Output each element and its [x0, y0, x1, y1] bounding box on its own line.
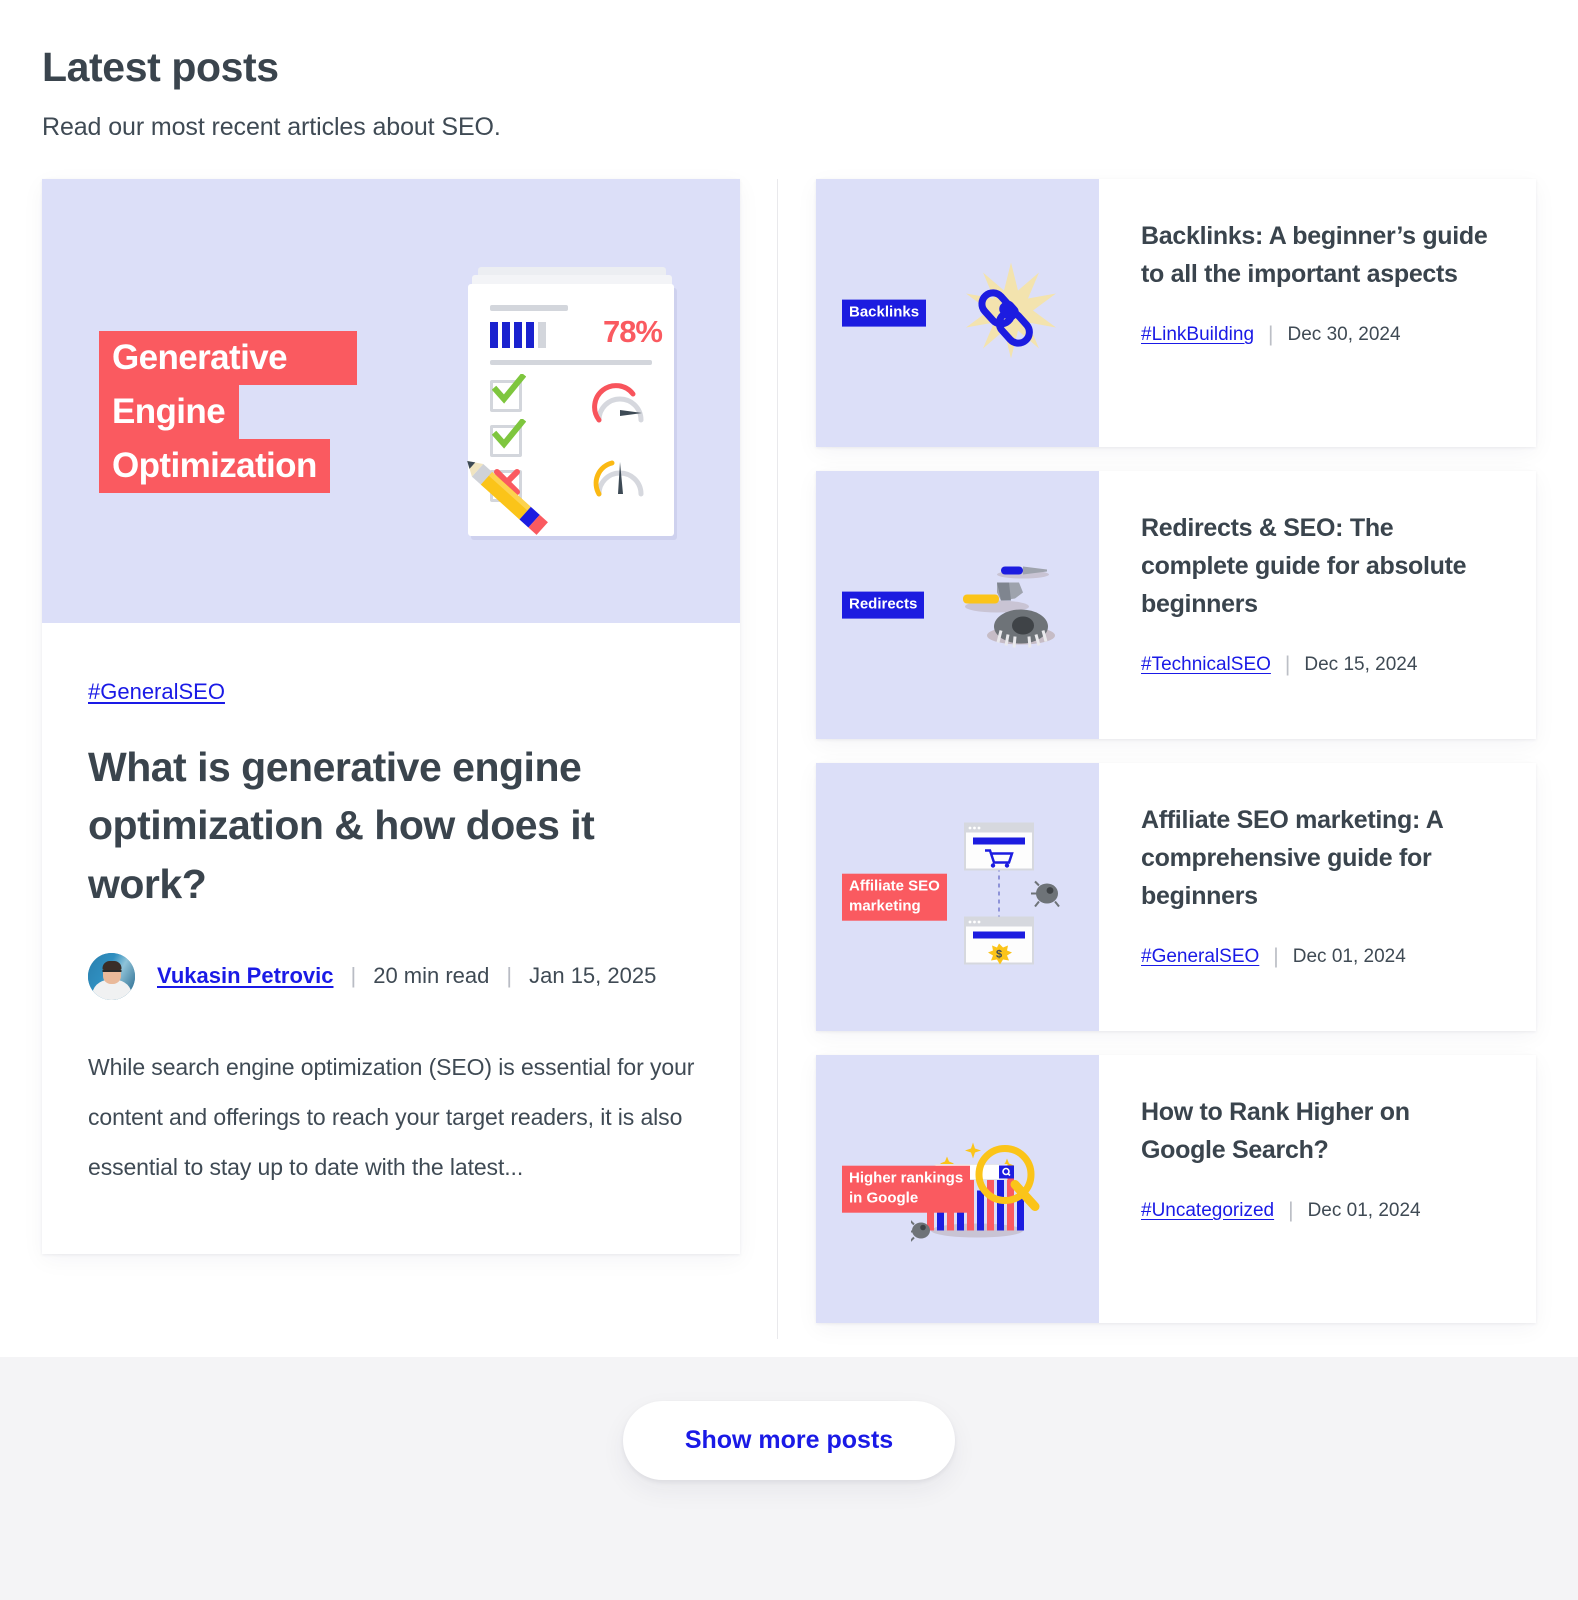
post-tag-link[interactable]: #LinkBuilding [1141, 324, 1254, 346]
read-time: 20 min read [373, 963, 490, 989]
post-card[interactable]: Backlinks Backlinks: A beginner’s guide … [816, 179, 1536, 448]
gauge-icon-red [592, 380, 648, 436]
featured-column: Generative Engine Optimization 78% #Gene… [42, 179, 740, 1339]
post-date: Dec 01, 2024 [1292, 946, 1406, 968]
thumbnail-badge: Higher rankings in Google [842, 1165, 971, 1213]
percent-label: 78% [602, 314, 663, 350]
featured-hero-image: Generative Engine Optimization 78% [42, 179, 740, 624]
meta-separator: | [506, 963, 513, 989]
post-date: Dec 30, 2024 [1287, 324, 1401, 346]
browser-cart-dollar-icon: $ [951, 820, 1061, 975]
post-meta: #GeneralSEO | Dec 01, 2024 [1141, 945, 1500, 969]
featured-post-title[interactable]: What is generative engine optimization &… [88, 738, 696, 913]
report-sheet-illustration: 78% [462, 267, 692, 549]
featured-post-body: #GeneralSEO What is generative engine op… [42, 623, 740, 1254]
chain-link-burst-icon [961, 261, 1061, 366]
gauge-icon-yellow [592, 452, 648, 508]
svg-text:$: $ [996, 949, 1002, 961]
post-thumbnail: Affiliate SEO marketing $ [816, 763, 1099, 1032]
post-card-body: Affiliate SEO marketing: A comprehensive… [1099, 763, 1536, 1031]
posts-layout: Generative Engine Optimization 78% #Gene… [0, 179, 1578, 1340]
post-title[interactable]: Redirects & SEO: The complete guide for … [1141, 509, 1500, 623]
featured-post-card[interactable]: Generative Engine Optimization 78% #Gene… [42, 179, 740, 1255]
publish-date: Jan 15, 2025 [529, 963, 657, 989]
sheet-bar-empty [538, 322, 546, 349]
thumbnail-badge: Affiliate SEO marketing [842, 873, 947, 921]
avatar-glasses [102, 969, 121, 975]
column-divider [777, 179, 778, 1340]
post-meta: #Uncategorized | Dec 01, 2024 [1141, 1199, 1500, 1223]
hero-line-3: Optimization [99, 439, 330, 494]
post-date: Dec 15, 2024 [1304, 654, 1418, 676]
post-card[interactable]: Higher rankings in Google How to Rank Hi… [816, 1055, 1536, 1324]
sheet-bar [526, 322, 534, 349]
thumbnail-badge: Backlinks [842, 299, 927, 327]
thumbnail-badge: Redirects [842, 591, 925, 619]
post-tag-link[interactable]: #GeneralSEO [1141, 946, 1259, 968]
posts-footer: Show more posts [0, 1357, 1578, 1600]
featured-post-excerpt: While search engine optimization (SEO) i… [88, 1053, 695, 1181]
recent-posts-list: Backlinks Backlinks: A beginner’s guide … [816, 179, 1536, 1339]
post-card-body: How to Rank Higher on Google Search? #Un… [1099, 1055, 1536, 1323]
post-card[interactable]: Redirects Redirects & SEO: The complete … [816, 471, 1536, 740]
post-thumbnail: Redirects [816, 471, 1099, 740]
hero-line-1: Generative [99, 331, 357, 386]
post-card-body: Redirects & SEO: The complete guide for … [1099, 471, 1536, 739]
sheet-bar-group [490, 322, 546, 349]
hero-title-lockup: Generative Engine Optimization [99, 331, 357, 494]
post-title[interactable]: Backlinks: A beginner’s guide to all the… [1141, 217, 1500, 293]
meta-separator: | [1273, 945, 1279, 969]
meta-separator: | [1288, 1199, 1294, 1223]
post-title[interactable]: Affiliate SEO marketing: A comprehensive… [1141, 801, 1500, 915]
meta-separator: | [1284, 653, 1291, 677]
post-meta: #TechnicalSEO | Dec 15, 2024 [1141, 653, 1500, 677]
page-subtitle: Read our most recent articles about SEO. [42, 113, 501, 142]
post-thumbnail: Backlinks [816, 179, 1099, 448]
show-more-posts-button[interactable]: Show more posts [622, 1401, 956, 1480]
author-avatar [88, 952, 135, 1000]
page-header: Latest posts Read our most recent articl… [0, 0, 1578, 142]
post-title[interactable]: How to Rank Higher on Google Search? [1141, 1093, 1500, 1169]
post-card[interactable]: Affiliate SEO marketing $ Affiliate SEO … [816, 763, 1536, 1032]
sheet-bar [490, 322, 498, 349]
post-meta: #LinkBuilding | Dec 30, 2024 [1141, 323, 1500, 347]
post-date: Dec 01, 2024 [1307, 1200, 1421, 1222]
hammer-screwdriver-manhole-icon [951, 553, 1061, 658]
author-name-link[interactable]: Vukasin Petrovic [157, 963, 333, 989]
post-thumbnail: Higher rankings in Google [816, 1055, 1099, 1324]
sheet-bar [514, 322, 522, 349]
featured-post-meta: Vukasin Petrovic | 20 min read | Jan 15,… [88, 952, 696, 1000]
sheet-rule-top [490, 305, 568, 312]
featured-tag-link[interactable]: #GeneralSEO [88, 679, 225, 705]
page-title: Latest posts [42, 44, 279, 90]
avatar-hair [102, 960, 121, 970]
sheet-bar [502, 322, 510, 349]
sheet-rule-mid [490, 360, 652, 366]
meta-separator: | [1268, 323, 1274, 347]
checkmark-icon [492, 374, 526, 404]
post-card-body: Backlinks: A beginner’s guide to all the… [1099, 179, 1536, 447]
post-tag-link[interactable]: #Uncategorized [1141, 1200, 1274, 1222]
latest-posts-page: Latest posts Read our most recent articl… [0, 0, 1578, 1600]
meta-separator: | [350, 963, 357, 989]
post-tag-link[interactable]: #TechnicalSEO [1141, 654, 1271, 676]
pencil-icon [448, 445, 556, 549]
hero-line-2: Engine [99, 385, 240, 440]
